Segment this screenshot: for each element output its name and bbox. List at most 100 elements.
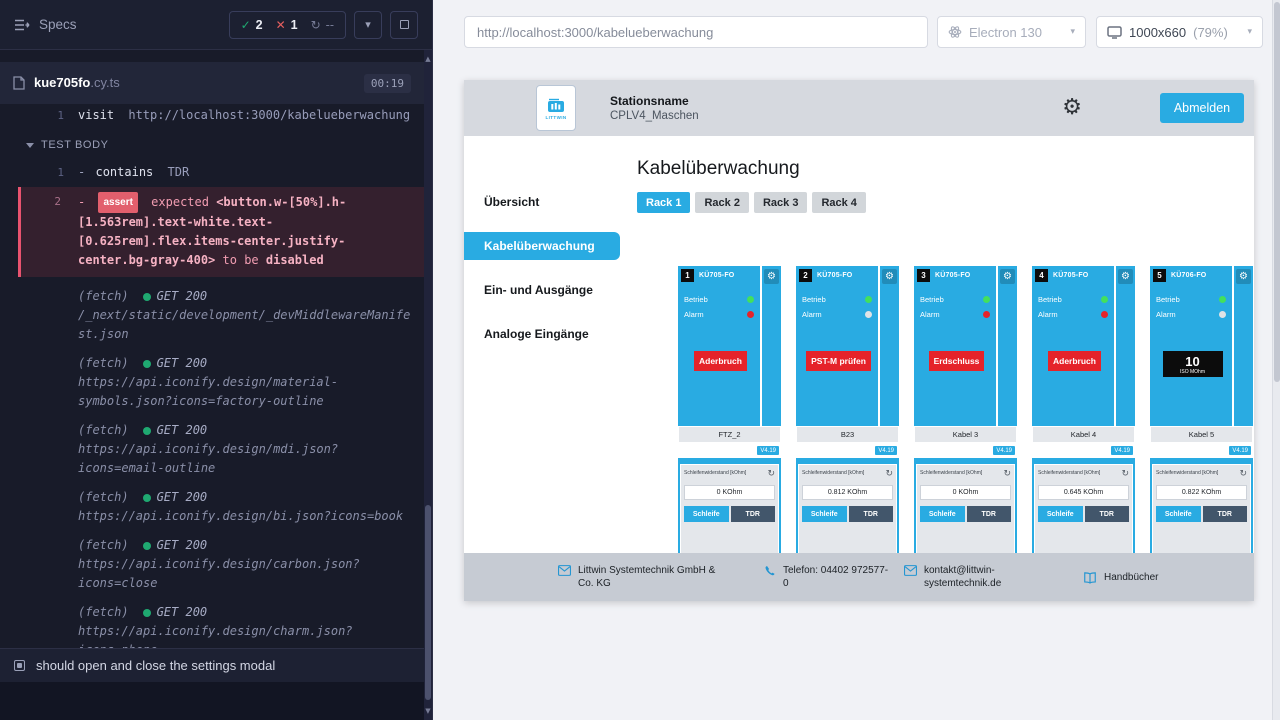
book-icon [1083,572,1097,584]
tab-rack-2[interactable]: Rack 2 [695,192,748,213]
led-alarm: Alarm [1156,310,1226,319]
resistance-label: Schleifenwiderstand [kOhm] [684,470,746,476]
command-visit[interactable]: 1 visit http://localhost:3000/kabelueber… [0,104,424,127]
cable-name-field[interactable]: Kabel 3 [914,426,1017,443]
tab-rack-1[interactable]: Rack 1 [637,192,690,213]
fetch-log-row[interactable]: (fetch) GET 200 https://api.iconify.desi… [0,536,424,593]
cable-name-field[interactable]: B23 [796,426,899,443]
command-name: contains [95,165,153,179]
aut-frame: LITTWIN Stationsname CPLV4_Maschen ⚙ Abm… [464,80,1254,601]
station-label: Stationsname [610,94,699,108]
reporter-scrollbar[interactable]: ▲ ▼ [424,50,432,720]
refresh-icon[interactable]: ↻ [885,470,893,479]
schleife-button[interactable]: Schleife [920,506,965,522]
footer-phone-text: Telefon: 04402 972577-0 [783,564,889,590]
chevron-down-icon: ▾ [1247,27,1252,37]
test-stats: ✓ 2 ✕ 1 ↻ -- [229,11,346,39]
footer-email-text: kontakt@littwin-systemtechnik.de [924,564,1010,590]
command-assert-failed[interactable]: 2assert expected <button.w-[50%].h-[1.56… [18,187,424,277]
tdr-button[interactable]: TDR [731,506,776,522]
logout-button[interactable]: Abmelden [1160,93,1244,123]
device-model: KÜ705-FO [699,272,734,279]
line-number: 2 [21,192,61,211]
cable-name-field[interactable]: Kabel 4 [1032,426,1135,443]
led-alarm: Alarm [802,310,872,319]
tab-rack-4[interactable]: Rack 4 [812,192,865,213]
schleife-button[interactable]: Schleife [684,506,729,522]
spec-duration: 00:19 [364,74,411,93]
led-alarm: Alarm [920,310,990,319]
request-url: https://api.iconify.design/mdi.json?icon… [78,440,412,478]
test-title: should open and close the settings modal [36,658,275,673]
scroll-down-icon[interactable]: ▼ [424,704,432,718]
device-card: 4 KÜ705-FO Betrieb [1032,266,1135,553]
reporter-bottom-filler [0,682,424,720]
schleife-button[interactable]: Schleife [1038,506,1083,522]
specs-menu-button[interactable]: Specs [14,17,77,32]
scrollbar-thumb[interactable] [1274,2,1280,382]
stop-tests-button[interactable] [390,11,418,39]
device-settings-icon[interactable]: ⚙ [764,269,779,284]
refresh-icon[interactable]: ↻ [1003,470,1011,479]
cable-name-field[interactable]: Kabel 5 [1150,426,1253,443]
viewport-select[interactable]: 1000x660 (79%) ▾ [1096,16,1263,48]
sidebar-item-kabelueberwachung[interactable]: Kabelüberwachung [464,232,620,260]
device-settings-icon[interactable]: ⚙ [882,269,897,284]
footer-contact-email[interactable]: kontakt@littwin-systemtechnik.de [904,564,1010,590]
tdr-button[interactable]: TDR [849,506,894,522]
pinned-test-row[interactable]: should open and close the settings modal [0,648,424,682]
spec-file-name: kue705fo [34,75,90,90]
footer-handbuecher-link[interactable]: Handbücher [1083,571,1158,584]
resistance-value: 0.822 KOhm [1156,485,1247,500]
sidebar-item-ein-und-ausgaenge[interactable]: Ein- und Ausgänge [464,276,620,304]
refresh-icon[interactable]: ↻ [1121,470,1129,479]
littwin-logo: LITTWIN [536,85,576,131]
tdr-button[interactable]: TDR [1203,506,1248,522]
refresh-icon[interactable]: ↻ [767,470,775,479]
green-led-icon [1219,296,1226,303]
spec-file-ext: .cy.ts [90,75,119,90]
fetch-log-row[interactable]: (fetch) GET 200 https://api.iconify.desi… [0,354,424,411]
scrollbar-thumb[interactable] [425,505,431,700]
loop-resistance-panel: Schleifenwiderstand [kOhm] ↻ 0 KOhm Schl… [680,464,779,553]
sidebar-item-uebersicht[interactable]: Übersicht [464,188,620,216]
command-url: http://localhost:3000/kabelueberwachung [128,108,410,122]
browser-select[interactable]: Electron 130 ▾ [937,16,1086,48]
command-contains[interactable]: 1contains TDR [0,161,424,184]
device-settings-icon[interactable]: ⚙ [1000,269,1015,284]
refresh-icon[interactable]: ↻ [1239,470,1247,479]
footer-contact-phone[interactable]: Telefon: 04402 972577-0 [764,564,889,590]
fetch-log-row[interactable]: (fetch) GET 200 https://api.iconify.desi… [0,421,424,478]
request-status: GET 200 [157,287,208,306]
schleife-button[interactable]: Schleife [1156,506,1201,522]
tdr-button[interactable]: TDR [967,506,1012,522]
assert-message: expected [151,195,209,209]
settings-gear-icon[interactable]: ⚙ [1062,97,1082,119]
device-number: 1 [681,269,694,282]
success-dot-icon [143,609,151,617]
fetch-log-row[interactable]: (fetch) GET 200 https://api.iconify.desi… [0,488,424,526]
device-card: 3 KÜ705-FO Betrieb [914,266,1017,553]
url-input[interactable] [464,16,928,48]
device-model: KÜ705-FO [817,272,852,279]
viewport-size: 1000x660 [1129,25,1186,40]
footer-company-text: Littwin Systemtechnik GmbH & Co. KG [578,564,728,590]
scroll-up-icon[interactable]: ▲ [424,52,432,66]
sidebar-item-analoge-eingaenge[interactable]: Analoge Eingänge [464,320,620,348]
footer-contact-company[interactable]: Littwin Systemtechnik GmbH & Co. KG [558,564,728,590]
tdr-button[interactable]: TDR [1085,506,1130,522]
device-settings-icon[interactable]: ⚙ [1236,269,1251,284]
spec-file-row[interactable]: kue705fo.cy.ts 00:19 [0,62,424,104]
fetch-log-row[interactable]: (fetch) GET 200 https://api.iconify.desi… [0,603,424,648]
tab-rack-3[interactable]: Rack 3 [754,192,807,213]
collapse-tests-button[interactable]: ▾ [354,11,382,39]
loop-resistance-panel: Schleifenwiderstand [kOhm] ↻ 0.822 KOhm … [1152,464,1251,553]
chevron-down-icon [26,143,34,148]
schleife-button[interactable]: Schleife [802,506,847,522]
device-settings-icon[interactable]: ⚙ [1118,269,1133,284]
page-scrollbar[interactable] [1272,0,1280,720]
device-card: 2 KÜ705-FO Betrieb [796,266,899,553]
fetch-log-row[interactable]: (fetch) GET 200 /_next/static/developmen… [0,287,424,344]
cable-name-field[interactable]: FTZ_2 [678,426,781,443]
test-body-section-header[interactable]: TEST BODY [0,127,424,161]
